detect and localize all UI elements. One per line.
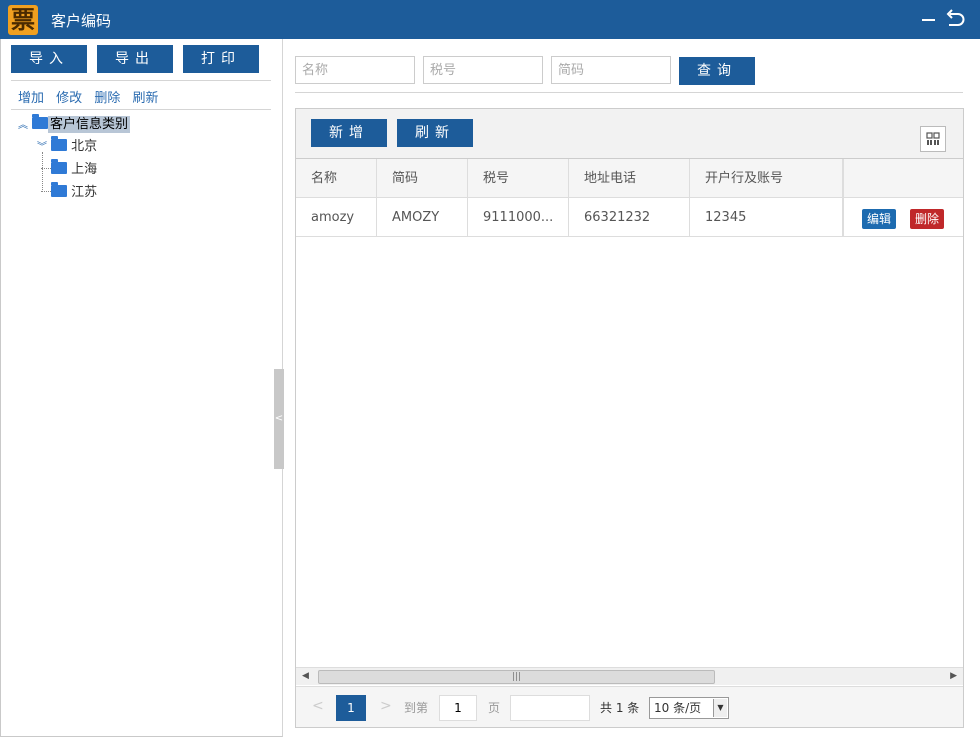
pagination: < 1 > 到第 页 共 1 条 10 条/页 ▼ [296, 686, 963, 727]
divider [11, 109, 271, 110]
divider [295, 92, 963, 93]
refresh-category-link[interactable]: 刷新 [132, 91, 158, 106]
divider [11, 80, 271, 81]
tree-node-shanghai[interactable]: 上海 [41, 159, 97, 180]
folder-icon [32, 114, 48, 129]
cell-address-phone: 66321232 [569, 198, 690, 236]
collapse-toggle-icon[interactable]: ︾ [37, 138, 51, 158]
folder-icon [51, 136, 67, 151]
collapse-toggle-icon[interactable]: ︽ [18, 116, 32, 136]
tax-search-input[interactable] [423, 56, 543, 84]
column-header-actions [843, 159, 963, 197]
category-panel: 导入 导出 打印 增加 修改 删除 刷新 ︽ 客户信息类别 ︾ 北京 上海 江苏 … [0, 39, 284, 737]
scroll-left-icon[interactable]: ◀ [302, 671, 309, 681]
column-settings-icon[interactable] [920, 126, 946, 152]
dropdown-arrow-icon[interactable]: ▼ [713, 699, 727, 717]
grid-toolbar: 新增 刷新 [296, 109, 963, 159]
panel-collapse-handle[interactable]: < [274, 369, 284, 469]
cell-code: AMOZY [377, 198, 468, 236]
column-header-name[interactable]: 名称 [296, 159, 377, 197]
tree-node-label[interactable]: 上海 [71, 162, 97, 177]
cell-name: amozy [296, 198, 377, 236]
column-header-bank-account[interactable]: 开户行及账号 [690, 159, 843, 197]
tree-connector [41, 168, 51, 169]
column-header-code[interactable]: 简码 [377, 159, 468, 197]
folder-icon [51, 182, 67, 197]
query-button[interactable]: 查询 [679, 57, 755, 85]
current-page-button[interactable]: 1 [336, 695, 366, 721]
table-header: 名称 简码 税号 地址电话 开户行及账号 [296, 159, 963, 198]
tree-node-label[interactable]: 江苏 [71, 185, 97, 200]
back-icon[interactable] [944, 8, 966, 30]
category-actions: 增加 修改 删除 刷新 [18, 87, 166, 106]
print-button[interactable]: 打印 [183, 45, 259, 73]
goto-label: 到第 [404, 701, 429, 715]
cell-tax: 9111000... [468, 198, 569, 236]
cell-bank-account: 12345 [690, 198, 843, 236]
add-category-link[interactable]: 增加 [18, 91, 44, 106]
tree-node-label[interactable]: 北京 [71, 139, 97, 154]
tree-connector [41, 191, 51, 192]
next-page-icon[interactable]: > [380, 698, 392, 714]
table-row[interactable]: amozy AMOZY 9111000... 66321232 12345 编辑… [296, 198, 963, 237]
code-search-input[interactable] [551, 56, 671, 84]
tree-node-label[interactable]: 客户信息类别 [48, 116, 131, 133]
minimize-icon[interactable] [921, 10, 937, 28]
tree-root-node[interactable]: ︽ 客户信息类别 [18, 114, 131, 136]
import-button[interactable]: 导入 [11, 45, 87, 73]
folder-icon [51, 159, 67, 174]
tree-node-beijing[interactable]: ︾ 北京 [37, 136, 97, 158]
scrollbar-thumb[interactable]: ||| [318, 670, 715, 684]
page-label: 页 [488, 701, 501, 715]
title-bar: 票 客户编码 [0, 0, 980, 39]
horizontal-scrollbar[interactable]: ◀ ||| ▶ [296, 667, 963, 685]
app-logo: 票 [8, 5, 38, 35]
add-button[interactable]: 新增 [311, 119, 387, 147]
goto-page-input[interactable] [439, 695, 477, 721]
goto-confirm-box[interactable] [510, 695, 590, 721]
delete-category-link[interactable]: 删除 [94, 91, 120, 106]
name-search-input[interactable] [295, 56, 415, 84]
scroll-right-icon[interactable]: ▶ [950, 671, 957, 681]
column-header-tax[interactable]: 税号 [468, 159, 569, 197]
window-title: 客户编码 [51, 12, 112, 30]
page-size-select[interactable]: 10 条/页 ▼ [649, 697, 729, 719]
prev-page-icon[interactable]: < [312, 698, 324, 714]
cell-actions [843, 198, 963, 236]
refresh-button[interactable]: 刷新 [397, 119, 473, 147]
column-header-address-phone[interactable]: 地址电话 [569, 159, 690, 197]
delete-row-button[interactable]: 删除 [910, 209, 944, 229]
edit-category-link[interactable]: 修改 [56, 91, 82, 106]
export-button[interactable]: 导出 [97, 45, 173, 73]
tree-node-jiangsu[interactable]: 江苏 [41, 182, 97, 203]
total-count: 共 1 条 [600, 701, 640, 715]
page-size-value: 10 条/页 [654, 701, 702, 715]
customer-grid: 新增 刷新 名称 简码 税号 地址电话 开户行及账号 amozy AMOZY 9… [295, 108, 964, 728]
edit-row-button[interactable]: 编辑 [862, 209, 896, 229]
